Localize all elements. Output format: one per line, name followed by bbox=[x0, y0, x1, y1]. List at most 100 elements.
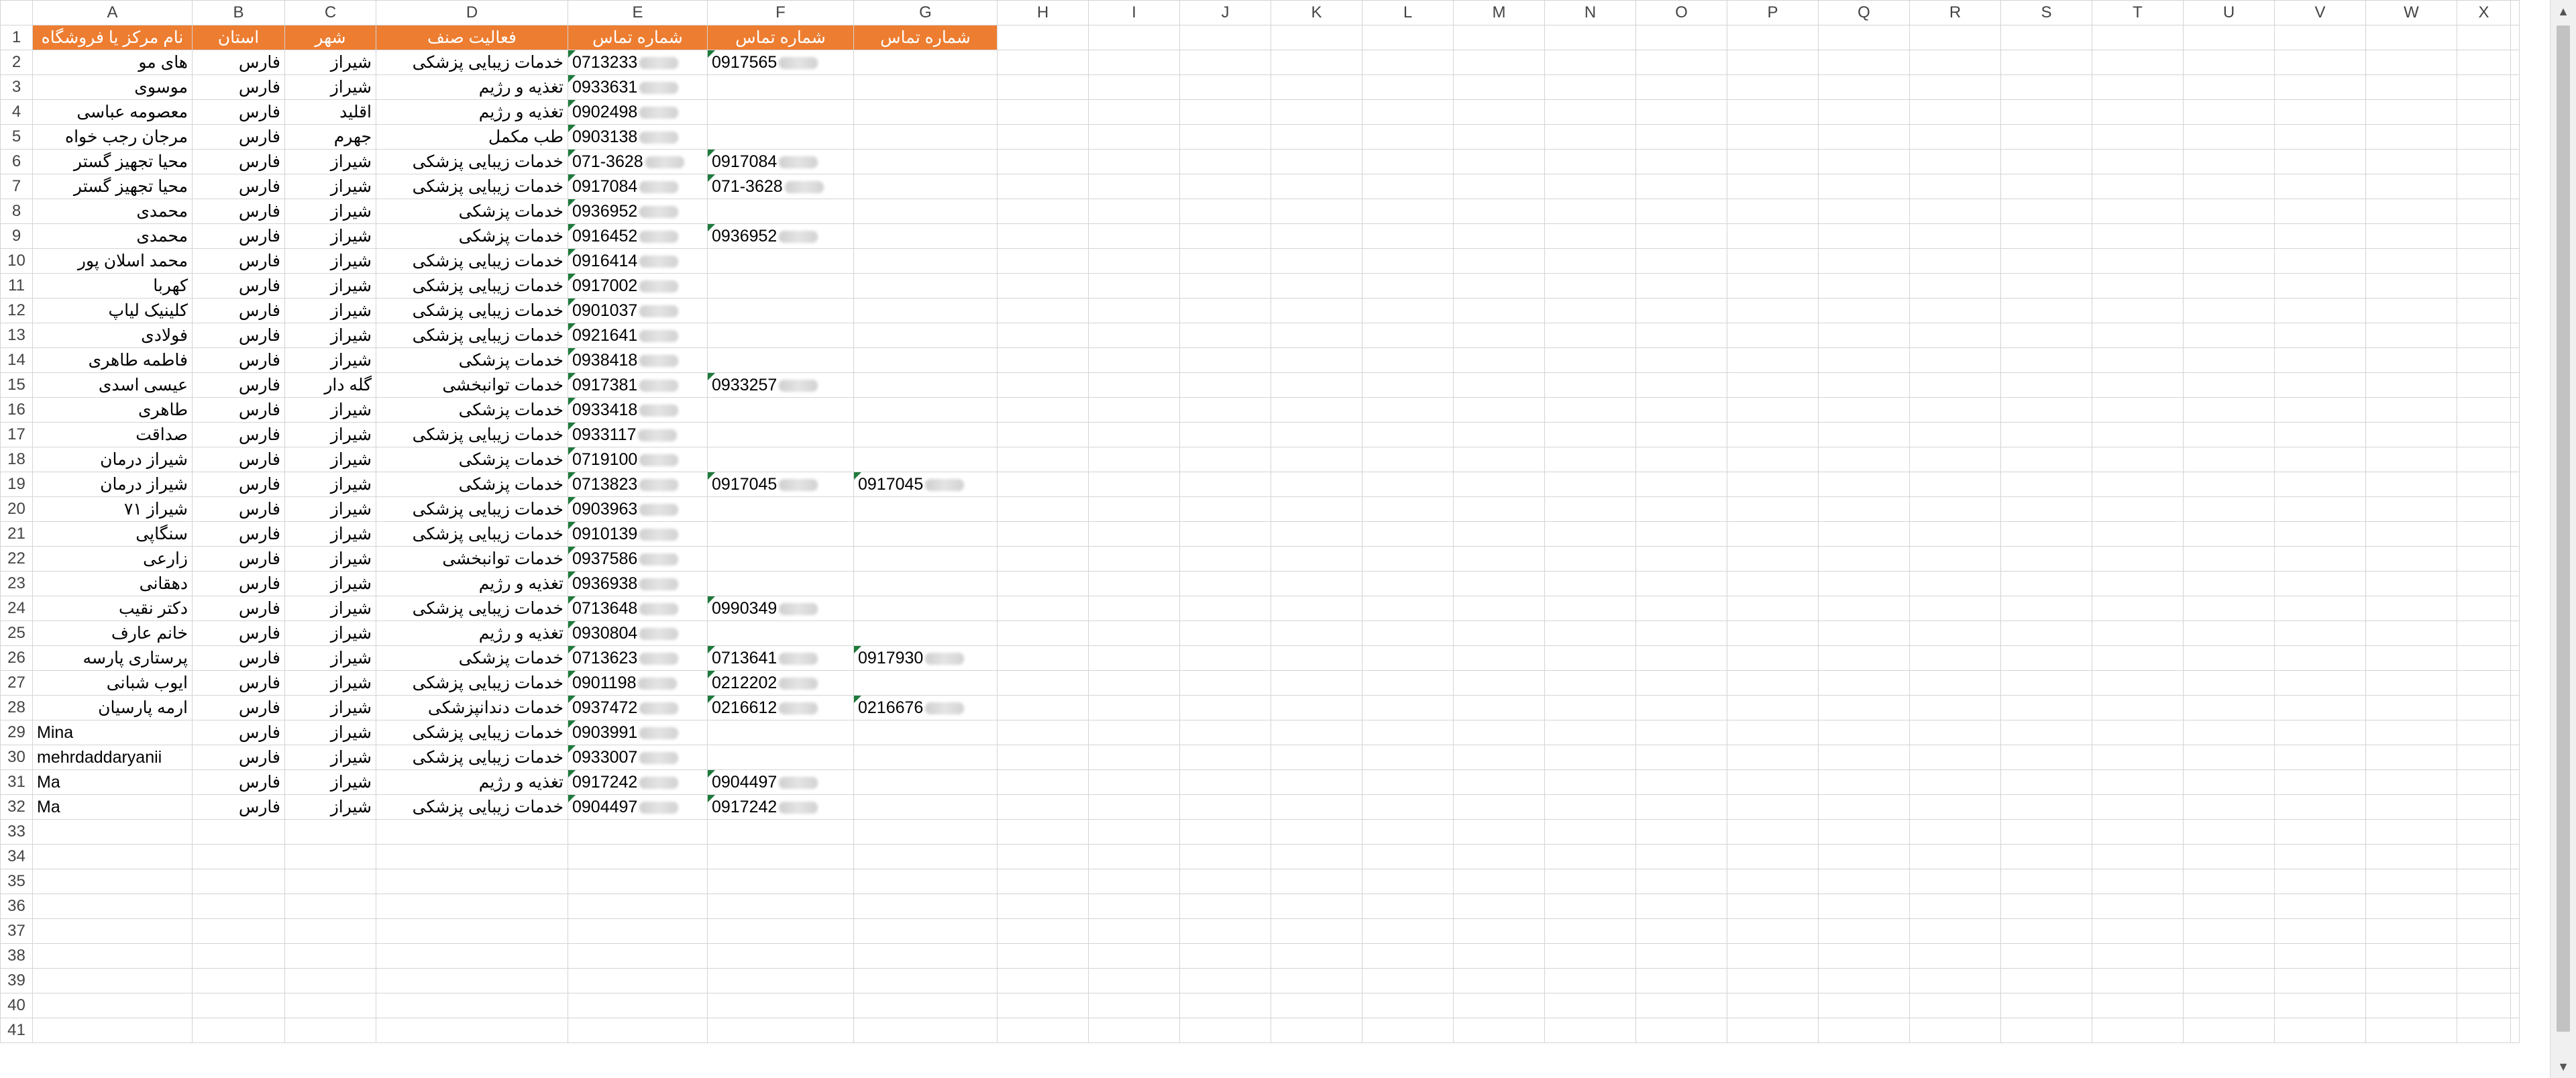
empty-cell[interactable] bbox=[376, 943, 568, 969]
empty-cell[interactable] bbox=[2274, 248, 2366, 274]
row-header-12[interactable]: 12 bbox=[0, 298, 33, 323]
empty-cell[interactable] bbox=[2457, 645, 2511, 671]
cell-name[interactable]: Ma bbox=[32, 794, 193, 820]
cell-name[interactable]: mehrdaddaryanii bbox=[32, 745, 193, 770]
empty-cell[interactable] bbox=[1544, 745, 1636, 770]
empty-cell[interactable] bbox=[2274, 472, 2366, 497]
empty-cell[interactable] bbox=[2365, 397, 2457, 423]
empty-cell[interactable] bbox=[2274, 546, 2366, 572]
row-header-18[interactable]: 18 bbox=[0, 447, 33, 472]
empty-cell[interactable] bbox=[1635, 521, 1727, 547]
empty-cell[interactable] bbox=[1271, 496, 1362, 522]
cell-phone-f[interactable] bbox=[707, 447, 854, 472]
cell-phone-e[interactable]: 0937472 bbox=[568, 695, 708, 720]
empty-cell[interactable] bbox=[2092, 1018, 2184, 1043]
empty-cell[interactable] bbox=[2457, 199, 2511, 224]
empty-cell[interactable] bbox=[1362, 645, 1454, 671]
column-header-i[interactable]: I bbox=[1088, 0, 1180, 25]
cell-city[interactable]: شیراز bbox=[284, 521, 376, 547]
empty-cell[interactable] bbox=[2092, 993, 2184, 1018]
empty-cell[interactable] bbox=[1179, 968, 1271, 993]
empty-cell[interactable] bbox=[2092, 199, 2184, 224]
empty-cell[interactable] bbox=[2274, 124, 2366, 150]
cell-city[interactable]: شیراز bbox=[284, 248, 376, 274]
empty-cell[interactable] bbox=[2274, 745, 2366, 770]
empty-cell[interactable] bbox=[1727, 1018, 1819, 1043]
empty-cell[interactable] bbox=[2183, 844, 2275, 869]
empty-cell[interactable] bbox=[2000, 298, 2092, 323]
empty-cell[interactable] bbox=[2183, 968, 2275, 993]
empty-cell[interactable] bbox=[853, 968, 998, 993]
empty-cell[interactable] bbox=[2092, 571, 2184, 596]
column-header-k[interactable]: K bbox=[1271, 0, 1362, 25]
empty-cell[interactable] bbox=[1635, 1018, 1727, 1043]
empty-cell[interactable] bbox=[1271, 149, 1362, 174]
empty-cell[interactable] bbox=[2274, 372, 2366, 398]
empty-cell[interactable] bbox=[1088, 645, 1180, 671]
empty-cell[interactable] bbox=[1909, 199, 2001, 224]
empty-cell[interactable] bbox=[2092, 223, 2184, 249]
empty-cell[interactable] bbox=[1362, 670, 1454, 696]
empty-cell[interactable] bbox=[1088, 869, 1180, 894]
empty-cell[interactable] bbox=[2365, 943, 2457, 969]
empty-cell[interactable] bbox=[2000, 769, 2092, 795]
empty-cell[interactable] bbox=[1362, 99, 1454, 125]
empty-cell[interactable] bbox=[1818, 149, 1910, 174]
empty-cell[interactable] bbox=[2092, 720, 2184, 745]
cell-activity[interactable]: خدمات پزشکی bbox=[376, 347, 568, 373]
empty-cell[interactable] bbox=[1271, 720, 1362, 745]
empty-cell[interactable] bbox=[2092, 447, 2184, 472]
empty-cell[interactable] bbox=[1088, 323, 1180, 348]
empty-cell[interactable] bbox=[1635, 844, 1727, 869]
empty-cell[interactable] bbox=[2092, 372, 2184, 398]
empty-cell[interactable] bbox=[1635, 397, 1727, 423]
column-header-b[interactable]: B bbox=[192, 0, 285, 25]
empty-cell[interactable] bbox=[853, 844, 998, 869]
select-all-corner[interactable] bbox=[0, 0, 33, 25]
empty-cell[interactable] bbox=[1909, 447, 2001, 472]
empty-cell[interactable] bbox=[2365, 571, 2457, 596]
cell-phone-e[interactable]: 0933418 bbox=[568, 397, 708, 423]
empty-cell[interactable] bbox=[2365, 124, 2457, 150]
vertical-scrollbar[interactable]: ▲ ▼ bbox=[2550, 0, 2576, 1078]
empty-cell[interactable] bbox=[997, 918, 1089, 944]
empty-cell[interactable] bbox=[1818, 199, 1910, 224]
cell-activity[interactable]: خدمات زیبایی پزشکی bbox=[376, 248, 568, 274]
empty-cell[interactable] bbox=[1179, 323, 1271, 348]
empty-cell[interactable] bbox=[1909, 99, 2001, 125]
cell-city[interactable]: جهرم bbox=[284, 124, 376, 150]
cell-phone-e[interactable]: 0903991 bbox=[568, 720, 708, 745]
empty-cell[interactable] bbox=[1544, 720, 1636, 745]
cell-city[interactable]: شیراز bbox=[284, 496, 376, 522]
empty-cell[interactable] bbox=[1818, 25, 1910, 50]
empty-cell[interactable] bbox=[2457, 223, 2511, 249]
cell-province[interactable]: فارس bbox=[192, 670, 285, 696]
empty-cell[interactable] bbox=[2000, 621, 2092, 646]
cell-activity[interactable]: خدمات زیبایی پزشکی bbox=[376, 422, 568, 447]
empty-cell[interactable] bbox=[1544, 397, 1636, 423]
cell-city[interactable]: شیراز bbox=[284, 794, 376, 820]
cell-city[interactable]: شیراز bbox=[284, 695, 376, 720]
empty-cell[interactable] bbox=[2000, 869, 2092, 894]
column-header-m[interactable]: M bbox=[1453, 0, 1545, 25]
cell-city[interactable]: شیراز bbox=[284, 149, 376, 174]
row-header-9[interactable]: 9 bbox=[0, 223, 33, 249]
empty-cell[interactable] bbox=[2000, 347, 2092, 373]
empty-cell[interactable] bbox=[1818, 645, 1910, 671]
empty-cell[interactable] bbox=[2183, 720, 2275, 745]
empty-cell[interactable] bbox=[1635, 298, 1727, 323]
empty-cell[interactable] bbox=[1544, 670, 1636, 696]
empty-cell[interactable] bbox=[2457, 50, 2511, 75]
empty-cell[interactable] bbox=[1727, 968, 1819, 993]
empty-cell[interactable] bbox=[2183, 645, 2275, 671]
empty-cell[interactable] bbox=[1818, 174, 1910, 199]
empty-cell[interactable] bbox=[2457, 174, 2511, 199]
cell-phone-g[interactable] bbox=[853, 223, 998, 249]
empty-cell[interactable] bbox=[1088, 844, 1180, 869]
empty-cell[interactable] bbox=[1727, 323, 1819, 348]
empty-cell[interactable] bbox=[2183, 124, 2275, 150]
cell-city[interactable]: شیراز bbox=[284, 298, 376, 323]
empty-cell[interactable] bbox=[1179, 596, 1271, 621]
empty-cell[interactable] bbox=[1635, 199, 1727, 224]
cell-province[interactable]: فارس bbox=[192, 174, 285, 199]
